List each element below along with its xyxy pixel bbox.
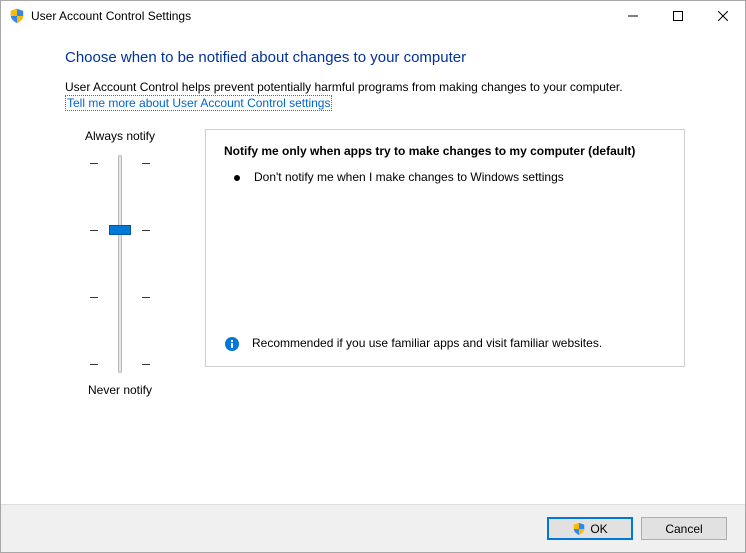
shield-icon <box>9 8 25 24</box>
ok-button[interactable]: OK <box>547 517 633 540</box>
window-controls <box>610 1 745 31</box>
bullet-icon <box>234 175 240 181</box>
recommendation-text: Recommended if you use familiar apps and… <box>252 336 602 352</box>
cancel-button[interactable]: Cancel <box>641 517 727 540</box>
shield-icon <box>572 522 586 536</box>
notification-slider[interactable] <box>90 155 150 373</box>
bullet-text: Don't notify me when I make changes to W… <box>254 170 564 184</box>
maximize-button[interactable] <box>655 1 700 31</box>
close-button[interactable] <box>700 1 745 31</box>
minimize-button[interactable] <box>610 1 655 31</box>
slider-label-top: Always notify <box>85 129 155 143</box>
cancel-button-label: Cancel <box>665 522 702 536</box>
slider-tick <box>90 364 150 365</box>
slider-thumb[interactable] <box>109 225 131 235</box>
recommendation-row: Recommended if you use familiar apps and… <box>224 336 666 352</box>
slider-track <box>118 155 122 373</box>
slider-tick <box>90 297 150 298</box>
description-text: User Account Control helps prevent poten… <box>65 80 685 94</box>
slider-label-bottom: Never notify <box>88 383 152 397</box>
titlebar: User Account Control Settings <box>1 1 745 31</box>
slider-column: Always notify Never notify <box>65 129 175 397</box>
content-area: Choose when to be notified about changes… <box>1 31 745 397</box>
page-heading: Choose when to be notified about changes… <box>65 49 685 66</box>
ok-button-label: OK <box>590 522 607 536</box>
panel-bullet: Don't notify me when I make changes to W… <box>224 170 666 184</box>
slider-tick <box>90 163 150 164</box>
info-icon <box>224 336 240 352</box>
window-title: User Account Control Settings <box>31 9 191 23</box>
notification-panel: Notify me only when apps try to make cha… <box>205 129 685 367</box>
learn-more-link[interactable]: Tell me more about User Account Control … <box>65 95 332 111</box>
footer: OK Cancel <box>1 504 745 552</box>
panel-title: Notify me only when apps try to make cha… <box>224 144 666 158</box>
